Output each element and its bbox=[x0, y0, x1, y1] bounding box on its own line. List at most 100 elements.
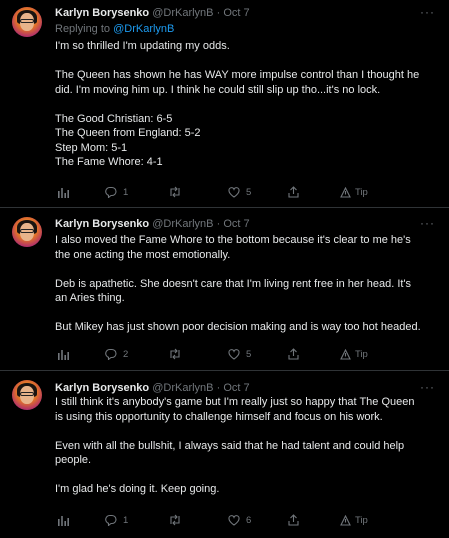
like-button[interactable]: 5 bbox=[228, 346, 251, 362]
tweet-line: I'm glad he's doing it. Keep going. bbox=[55, 483, 220, 495]
retweet-button[interactable] bbox=[168, 346, 188, 362]
tweet-header: Karlyn Borysenko @DrKarlynB · Oct 7 bbox=[55, 6, 250, 20]
reply-button[interactable]: 2 bbox=[105, 346, 128, 362]
heart-icon bbox=[228, 186, 240, 198]
tip-button[interactable]: Tip bbox=[340, 346, 368, 362]
tip-icon bbox=[340, 514, 351, 526]
reply-button[interactable]: 1 bbox=[105, 184, 128, 200]
tip-button[interactable]: Tip bbox=[340, 184, 368, 200]
speech-bubble-icon bbox=[105, 186, 117, 198]
tweet-date[interactable]: Oct 7 bbox=[223, 382, 249, 394]
heart-icon bbox=[228, 514, 240, 526]
avatar[interactable] bbox=[12, 380, 42, 410]
author-handle[interactable]: @DrKarlynB bbox=[152, 7, 213, 19]
separator: · bbox=[216, 382, 221, 394]
retweet-arrows-icon bbox=[170, 186, 180, 198]
tweet-date[interactable]: Oct 7 bbox=[223, 218, 249, 230]
separator: · bbox=[216, 7, 221, 19]
tweet-line: The Good Christian: 6-5 bbox=[55, 112, 173, 125]
separator: · bbox=[216, 218, 221, 230]
avatar[interactable] bbox=[12, 217, 42, 247]
tip-label: Tip bbox=[355, 514, 368, 526]
reply-count: 2 bbox=[123, 348, 129, 360]
tweet-text: I'm so thrilled I'm updating my odds. Th… bbox=[55, 39, 435, 170]
replying-to: Replying to @DrKarlynB bbox=[55, 22, 174, 36]
analytics-button[interactable] bbox=[58, 184, 69, 200]
like-count: 5 bbox=[246, 348, 252, 360]
tweet[interactable]: Karlyn Borysenko @DrKarlynB · Oct 7 ··· … bbox=[0, 0, 449, 205]
tweet-line: The Queen has shown he has WAY more impu… bbox=[55, 69, 420, 81]
reply-count: 1 bbox=[123, 186, 129, 198]
tweet-line: But Mikey has just shown poor decision m… bbox=[55, 321, 421, 333]
like-button[interactable]: 5 bbox=[228, 184, 251, 200]
tweet-line: I still think it's anybody's game but I'… bbox=[55, 396, 415, 408]
tweet-line: Deb is apathetic. She doesn't care that … bbox=[55, 277, 412, 290]
tweet[interactable]: Karlyn Borysenko @DrKarlynB · Oct 7 ··· … bbox=[0, 371, 449, 538]
more-options-icon[interactable]: ··· bbox=[420, 216, 435, 230]
tweet-line: I'm so thrilled I'm updating my odds. bbox=[55, 40, 230, 52]
tweet-line: Step Mom: 5-1 bbox=[55, 141, 128, 154]
tweet-line bbox=[55, 97, 435, 112]
author-name[interactable]: Karlyn Borysenko bbox=[55, 218, 149, 230]
tip-button[interactable]: Tip bbox=[340, 512, 368, 528]
reply-button[interactable]: 1 bbox=[105, 512, 128, 528]
tweet-line: the one acting the most emotionally. bbox=[55, 248, 231, 261]
like-count: 6 bbox=[246, 514, 252, 526]
speech-bubble-icon bbox=[105, 348, 117, 360]
author-name[interactable]: Karlyn Borysenko bbox=[55, 7, 149, 19]
avatar-glasses bbox=[20, 229, 34, 233]
heart-icon bbox=[228, 348, 240, 360]
author-handle[interactable]: @DrKarlynB bbox=[152, 218, 213, 230]
more-options-icon[interactable]: ··· bbox=[420, 380, 435, 394]
tweet-line: is using this opportunity to challenge h… bbox=[55, 410, 383, 423]
tweet-header: Karlyn Borysenko @DrKarlynB · Oct 7 bbox=[55, 217, 250, 231]
tweet-line bbox=[55, 54, 435, 69]
share-upload-icon bbox=[288, 348, 299, 360]
retweet-button[interactable] bbox=[168, 512, 188, 528]
retweet-button[interactable] bbox=[168, 184, 188, 200]
retweet-arrows-icon bbox=[170, 514, 180, 526]
like-button[interactable]: 6 bbox=[228, 512, 251, 528]
analytics-button[interactable] bbox=[58, 346, 69, 362]
tweet-actions: 1 6 Tip bbox=[55, 512, 385, 528]
tip-label: Tip bbox=[355, 348, 368, 360]
bar-chart-icon bbox=[58, 515, 69, 526]
share-button[interactable] bbox=[288, 512, 299, 528]
tweet-text: I still think it's anybody's game but I'… bbox=[55, 395, 435, 497]
avatar[interactable] bbox=[12, 7, 42, 37]
tweet-line bbox=[55, 468, 435, 483]
author-name[interactable]: Karlyn Borysenko bbox=[55, 382, 149, 394]
share-upload-icon bbox=[288, 514, 299, 526]
speech-bubble-icon bbox=[105, 514, 117, 526]
avatar-glasses bbox=[20, 19, 34, 23]
tweet-line: an Aries thing. bbox=[55, 292, 125, 304]
analytics-button[interactable] bbox=[58, 512, 69, 528]
replying-to-link[interactable]: @DrKarlynB bbox=[113, 23, 174, 35]
tip-label: Tip bbox=[355, 186, 368, 198]
tweet-actions: 2 5 Tip bbox=[55, 346, 385, 362]
tweet[interactable]: Karlyn Borysenko @DrKarlynB · Oct 7 ··· … bbox=[0, 208, 449, 370]
bar-chart-icon bbox=[58, 349, 69, 360]
tip-icon bbox=[340, 348, 351, 360]
tweet-line bbox=[55, 424, 435, 439]
tweet-line: did. I'm moving him up. I think he could… bbox=[55, 83, 381, 96]
tweet-line: The Queen from England: 5-2 bbox=[55, 127, 201, 139]
tweet-date[interactable]: Oct 7 bbox=[223, 7, 249, 19]
share-button[interactable] bbox=[288, 346, 299, 362]
tweet-line: people. bbox=[55, 454, 92, 466]
more-options-icon[interactable]: ··· bbox=[420, 5, 435, 19]
author-handle[interactable]: @DrKarlynB bbox=[152, 382, 213, 394]
replying-to-label: Replying to bbox=[55, 23, 114, 35]
tweet-line: Even with all the bullshit, I always sai… bbox=[55, 439, 405, 452]
tip-icon bbox=[340, 186, 351, 198]
tweet-line bbox=[55, 262, 435, 277]
tweet-line: The Fame Whore: 4-1 bbox=[55, 156, 163, 168]
tweet-line: I also moved the Fame Whore to the botto… bbox=[55, 234, 411, 246]
share-button[interactable] bbox=[288, 184, 299, 200]
tweet-actions: 1 5 Tip bbox=[55, 184, 385, 200]
like-count: 5 bbox=[246, 186, 252, 198]
bar-chart-icon bbox=[58, 187, 69, 198]
reply-count: 1 bbox=[123, 514, 129, 526]
share-upload-icon bbox=[288, 186, 299, 198]
tweet-line bbox=[55, 306, 435, 321]
